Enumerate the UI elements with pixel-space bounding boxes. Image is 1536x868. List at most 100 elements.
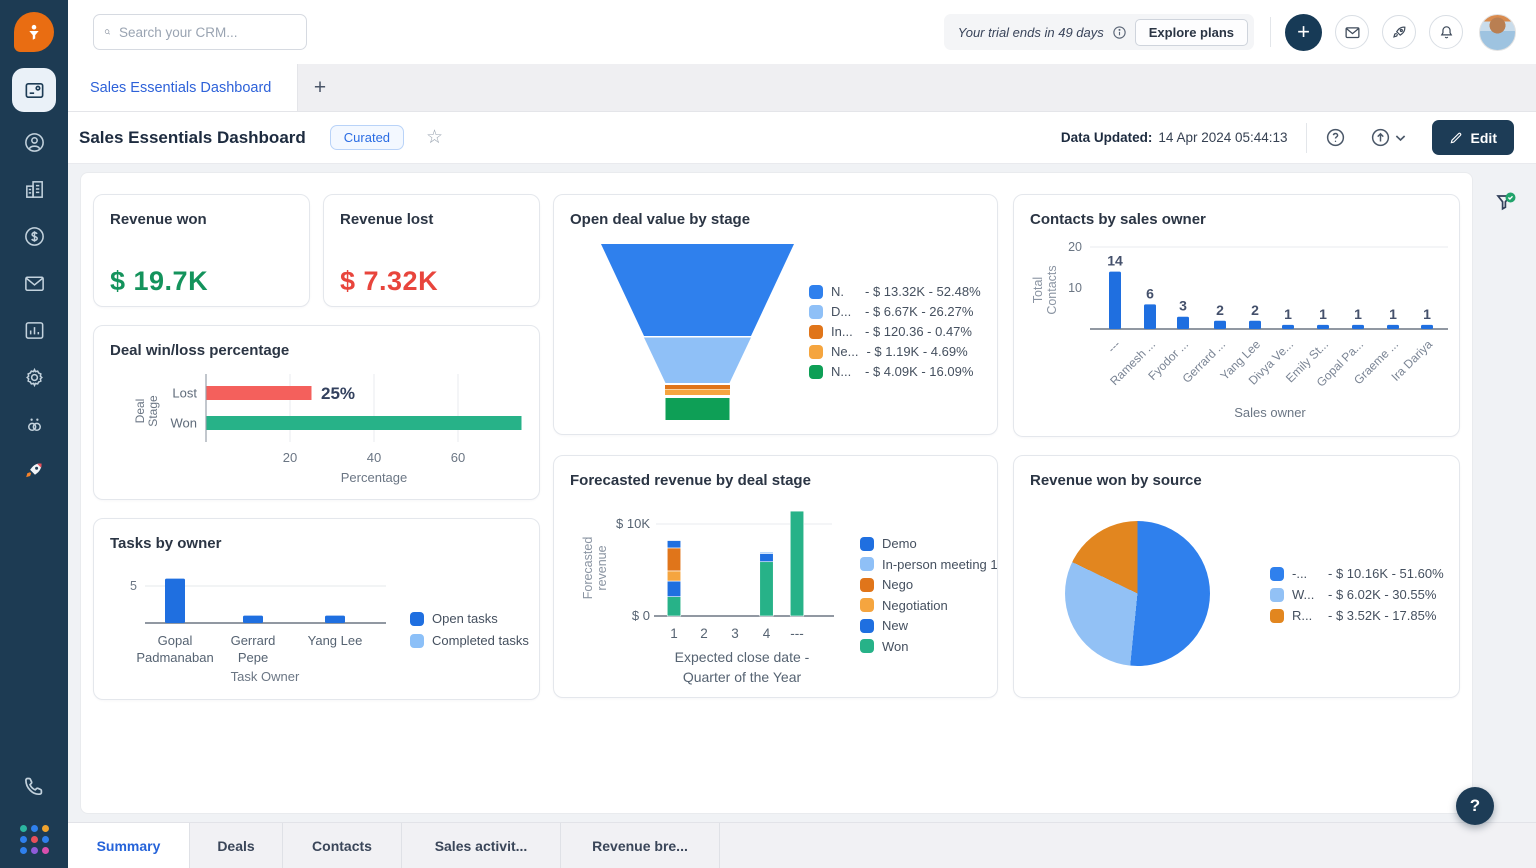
svg-text:Gerrard: Gerrard bbox=[231, 633, 276, 648]
notifications-button[interactable] bbox=[1429, 15, 1463, 49]
rocket-icon bbox=[1392, 26, 1405, 38]
svg-text:1: 1 bbox=[1319, 306, 1327, 322]
tasks-by-owner-chart[interactable]: 5 Gopal Padmanaban Gerrard Pepe Yang Lee Task … bbox=[110, 559, 529, 693]
svg-text:Forecasted: Forecasted bbox=[581, 537, 595, 600]
sidebar-item-email[interactable] bbox=[12, 266, 56, 300]
legend-label: Open tasks bbox=[432, 611, 498, 626]
forecasted-revenue-chart[interactable]: $ 10K $ 0 1 2 3 4 --- Expected close date - Quar… bbox=[570, 496, 997, 691]
legend-item[interactable]: New bbox=[860, 618, 908, 633]
tab-sales-essentials-dashboard[interactable]: Sales Essentials Dashboard bbox=[68, 64, 298, 111]
legend-item[interactable]: N... - $ 4.09K - 16.09% bbox=[809, 364, 973, 379]
deal-winloss-chart[interactable]: 20406080Lost25%Won75%PercentageDealStage bbox=[110, 366, 539, 493]
card-title: Revenue won by source bbox=[1030, 472, 1202, 489]
add-dashboard-tab-button[interactable]: + bbox=[298, 64, 342, 111]
explore-plans-button[interactable]: Explore plans bbox=[1134, 18, 1248, 46]
legend-item[interactable]: In... - $ 120.36 - 0.47% bbox=[809, 324, 972, 339]
pie-revenue-by-source[interactable] bbox=[1065, 521, 1210, 666]
svg-text:---: --- bbox=[1105, 337, 1123, 355]
svg-text:1: 1 bbox=[1284, 306, 1292, 322]
freddy-ai-icon bbox=[27, 418, 41, 431]
email-button[interactable] bbox=[1335, 15, 1369, 49]
card-revenue-by-source: Revenue won by source -... - $ 10.16K - 5… bbox=[1013, 455, 1460, 698]
tab-deals[interactable]: Deals bbox=[190, 823, 283, 868]
sidebar-item-freddy-ai[interactable] bbox=[12, 407, 56, 441]
freshworks-logo[interactable] bbox=[14, 12, 54, 52]
svg-text:Task Owner: Task Owner bbox=[231, 669, 300, 684]
sidebar-item-getting-started[interactable] bbox=[12, 454, 56, 488]
sidebar-item-analytics[interactable] bbox=[12, 313, 56, 347]
sidebar-item-settings[interactable] bbox=[12, 360, 56, 394]
legend-item[interactable]: Demo bbox=[860, 536, 917, 551]
sidebar-item-accounts[interactable] bbox=[12, 172, 56, 206]
svg-text:Total: Total bbox=[1031, 277, 1045, 303]
tab-sales-activities[interactable]: Sales activit... bbox=[402, 823, 561, 868]
contacts-by-owner-chart[interactable]: 20 10 14 --- 6 Ramesh ... 3 Fyodor ... 2 Gerrard … bbox=[1030, 235, 1448, 430]
dashboard-filter-button[interactable] bbox=[1492, 190, 1518, 216]
legend-item[interactable]: Nego bbox=[860, 577, 913, 592]
tab-summary[interactable]: Summary bbox=[68, 823, 190, 868]
svg-text:revenue: revenue bbox=[595, 545, 609, 590]
whats-new-button[interactable] bbox=[1382, 15, 1416, 49]
legend-swatch bbox=[1270, 608, 1284, 623]
svg-text:20: 20 bbox=[1068, 240, 1082, 254]
phone-icon[interactable] bbox=[22, 774, 46, 803]
legend-item[interactable]: N. - $ 13.32K - 52.48% bbox=[809, 284, 981, 299]
legend-item[interactable]: Negotiation bbox=[860, 598, 948, 613]
legend-item[interactable]: Open tasks bbox=[410, 611, 498, 626]
sidebar-item-contacts[interactable] bbox=[12, 125, 56, 159]
topbar-right: Your trial ends in 49 days Explore plans… bbox=[943, 13, 1516, 51]
legend-value: - $ 1.19K - 4.69% bbox=[866, 344, 968, 359]
legend-item[interactable]: R... - $ 3.52K - 17.85% bbox=[1270, 608, 1436, 623]
tab-revenue-breakdown[interactable]: Revenue bre... bbox=[561, 823, 720, 868]
sidebar-item-dashboard[interactable] bbox=[12, 68, 56, 112]
legend-label: Completed tasks bbox=[432, 633, 529, 648]
revenue-won-value: $ 19.7K bbox=[110, 266, 209, 296]
legend-item[interactable]: In-person meeting 1 bbox=[860, 557, 997, 572]
card-deal-winloss: Deal win/loss percentage 20406080Lost25%… bbox=[93, 325, 540, 500]
edit-button[interactable]: Edit bbox=[1431, 120, 1514, 155]
quick-add-button[interactable]: + bbox=[1285, 13, 1322, 51]
svg-text:60: 60 bbox=[451, 450, 465, 465]
chevron-down-icon bbox=[1395, 134, 1405, 141]
legend-value: - $ 120.36 - 0.47% bbox=[865, 324, 972, 339]
dashboard-content: Revenue won $ 19.7K Revenue lost $ 7.32K… bbox=[68, 164, 1536, 822]
card-tasks-by-owner: Tasks by owner 5 Gopal Padmanaban Gerrard Pe… bbox=[93, 518, 540, 700]
legend-item[interactable]: Completed tasks bbox=[410, 633, 529, 648]
svg-text:40: 40 bbox=[367, 450, 381, 465]
legend-value: - $ 6.67K - 26.27% bbox=[865, 304, 974, 319]
card-title: Tasks by owner bbox=[110, 535, 222, 552]
open-deal-funnel-chart[interactable]: N. - $ 13.32K - 52.48% D... - $ 6.67K - 26.… bbox=[570, 235, 981, 428]
titlebar-right: Data Updated: 14 Apr 2024 05:44:13 Edit bbox=[1061, 120, 1514, 155]
rocket-icon bbox=[26, 463, 42, 478]
legend-value: - $ 3.52K - 17.85% bbox=[1328, 608, 1437, 623]
legend-item[interactable]: -... - $ 10.16K - 51.60% bbox=[1270, 566, 1444, 581]
svg-text:Deal: Deal bbox=[133, 399, 147, 424]
legend-item[interactable]: Won bbox=[860, 639, 909, 654]
sidebar bbox=[0, 0, 68, 868]
card-contacts-by-owner: Contacts by sales owner 20 10 14 --- 6 Ramesh… bbox=[1013, 194, 1460, 437]
help-circle-icon[interactable] bbox=[1325, 127, 1346, 148]
sidebar-bottom bbox=[19, 774, 49, 854]
help-fab-button[interactable]: ? bbox=[1456, 787, 1494, 825]
crm-app: Your trial ends in 49 days Explore plans… bbox=[0, 0, 1536, 868]
topbar-divider bbox=[1270, 17, 1271, 47]
search-input[interactable] bbox=[119, 24, 296, 40]
export-button[interactable] bbox=[1370, 127, 1406, 148]
sidebar-item-deals[interactable] bbox=[12, 219, 56, 253]
curated-badge[interactable]: Curated bbox=[329, 125, 405, 150]
favorite-star-icon[interactable]: ☆ bbox=[426, 126, 443, 149]
svg-text:2: 2 bbox=[1216, 302, 1224, 318]
svg-text:Yang Lee: Yang Lee bbox=[308, 633, 363, 648]
legend-item[interactable]: W... - $ 6.02K - 30.55% bbox=[1270, 587, 1436, 602]
info-icon[interactable] bbox=[1112, 25, 1127, 40]
legend-item[interactable]: D... - $ 6.67K - 26.27% bbox=[809, 304, 973, 319]
search-box[interactable] bbox=[93, 14, 307, 50]
app-switcher-icon[interactable] bbox=[19, 825, 49, 854]
legend-swatch bbox=[860, 557, 874, 571]
revenue-by-source-chart[interactable]: -... - $ 10.16K - 51.60% W... - $ 6.02K - 3… bbox=[1030, 496, 1444, 691]
svg-text:5: 5 bbox=[130, 579, 137, 593]
tab-contacts[interactable]: Contacts bbox=[283, 823, 402, 868]
card-title: Revenue won bbox=[110, 211, 207, 228]
user-avatar[interactable] bbox=[1479, 13, 1516, 51]
legend-item[interactable]: Ne... - $ 1.19K - 4.69% bbox=[809, 344, 968, 359]
